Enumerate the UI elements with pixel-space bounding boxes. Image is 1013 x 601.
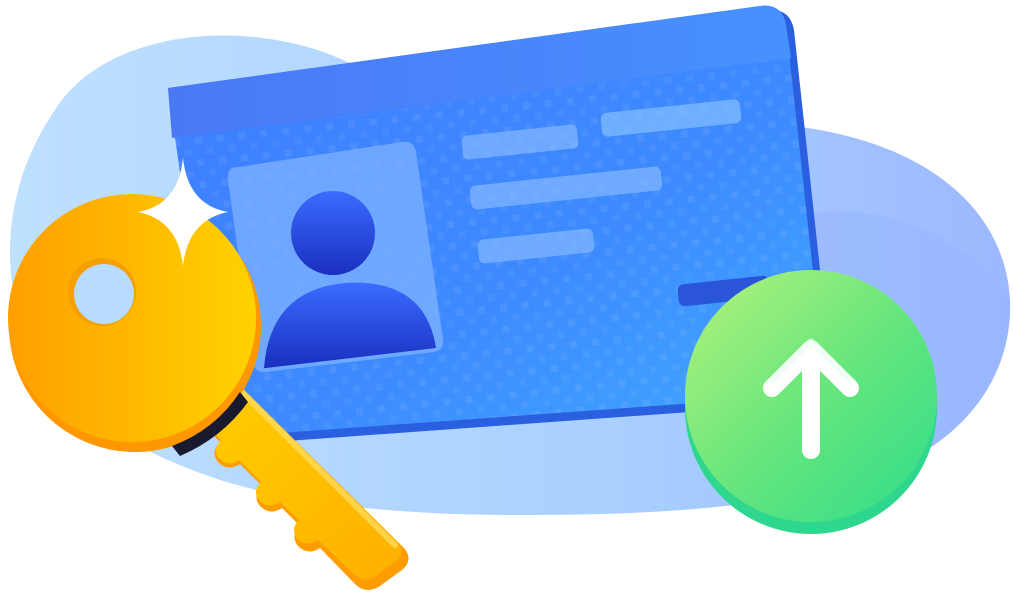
- id-card-illustration: [8, 5, 1011, 591]
- illustration-canvas: [0, 0, 1013, 601]
- upload-badge: [685, 270, 937, 534]
